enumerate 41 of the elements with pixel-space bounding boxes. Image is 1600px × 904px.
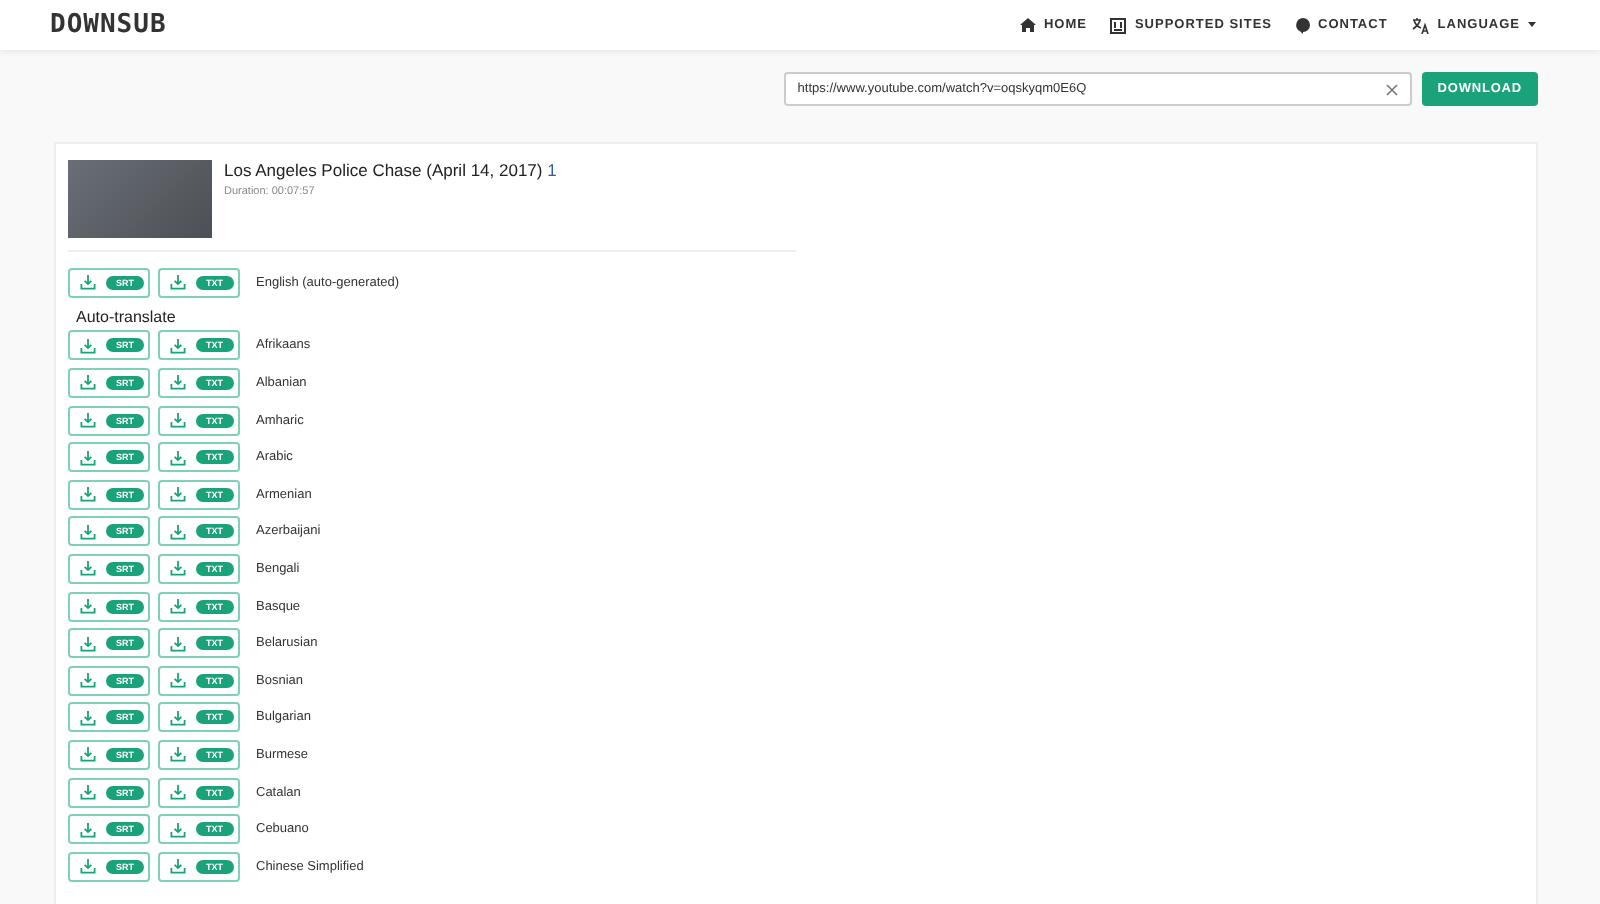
download-icon [80,523,96,540]
download-icon [170,449,186,466]
section-heading: Auto-translate [76,307,178,326]
download-icon [170,274,186,291]
logo[interactable]: DOWNSUB [50,10,167,40]
download-icon [170,635,186,652]
download-icon [170,560,186,577]
download-icon [170,523,186,540]
download-icon [170,374,186,391]
download-icon [170,337,186,354]
download-icon [80,821,96,838]
download-icon [80,672,96,689]
download-icon [80,274,96,291]
video-title: Los Angeles Police Chase (April 14, 2017) 1 [224,160,557,180]
download-icon [80,374,96,391]
download-icon [170,858,186,875]
download-icon [170,821,186,838]
download-icon [80,412,96,429]
download-icon [80,858,96,875]
download-icon [80,635,96,652]
download-icon [80,337,96,354]
caret-icon [1528,22,1536,28]
download-icon [170,486,186,503]
download-icon [170,784,186,801]
list-icon [1110,17,1127,33]
download-icon [170,672,186,689]
translate-icon [1411,17,1430,33]
download-icon [80,598,96,615]
download-icon [80,449,96,466]
download-icon [170,709,186,726]
download-icon [80,709,96,726]
close-icon[interactable] [1385,83,1398,95]
download-icon [80,560,96,577]
download-icon [80,746,96,763]
download-icon [170,412,186,429]
download-icon [170,746,186,763]
download-icon [80,486,96,503]
home-icon [1019,18,1036,32]
download-icon [170,598,186,615]
photo-placeholder [68,160,212,238]
download-icon [80,784,96,801]
